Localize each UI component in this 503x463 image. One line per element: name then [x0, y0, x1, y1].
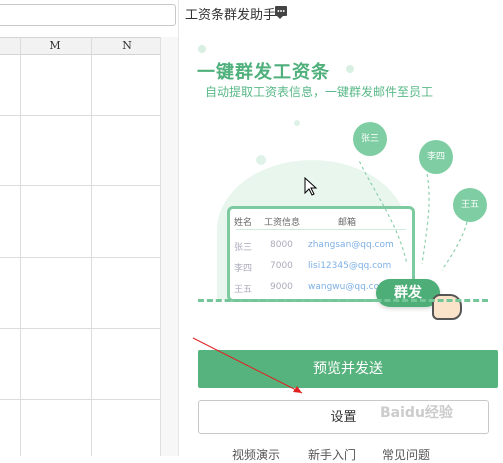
annotation-arrow [192, 337, 303, 394]
